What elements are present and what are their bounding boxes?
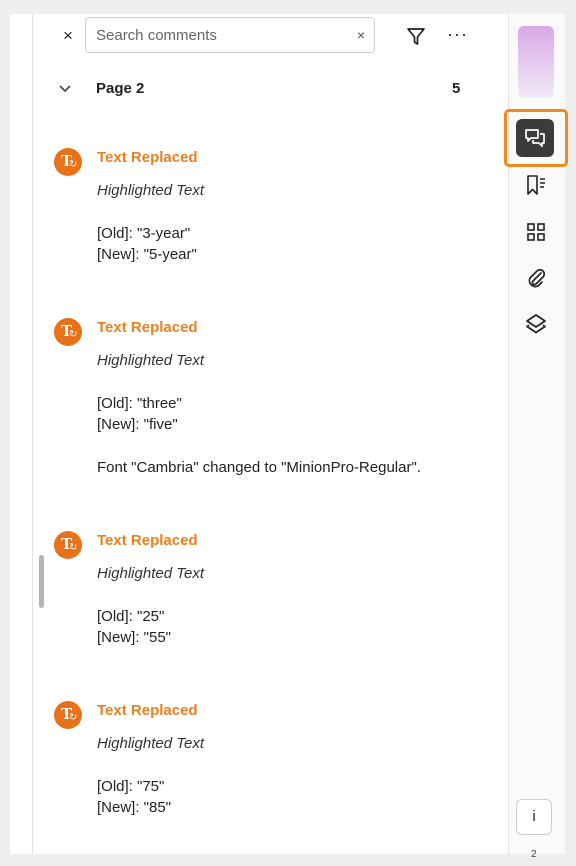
comment-font-change-text: Font "Cambria" changed to "MinionPro-Reg… [97,459,421,476]
comment-old-text: [Old]: "25" [97,608,165,625]
thumbnails-icon[interactable] [524,220,548,244]
comment-new-text: [New]: "five" [97,416,178,433]
text-replaced-avatar-icon: T ↻ [54,148,82,176]
comment-subtitle: Highlighted Text [97,565,205,582]
comment-new-text: [New]: "55" [97,629,172,646]
clear-search-icon[interactable]: × [357,26,365,44]
comment-old-text: [Old]: "3-year" [97,225,191,242]
comment-title: Text Replaced [97,702,198,719]
comment-title: Text Replaced [97,149,198,166]
info-button[interactable]: i [516,799,552,835]
comment-title: Text Replaced [97,532,198,549]
search-input[interactable] [96,18,346,52]
comments-icon [525,129,545,147]
comment-title: Text Replaced [97,319,198,336]
comment-old-text: [Old]: "three" [97,395,182,412]
bookmarks-icon[interactable] [524,173,548,197]
user-avatar[interactable] [518,26,554,98]
more-options-icon[interactable]: ··· [447,24,468,44]
text-replaced-avatar-icon: T ↻ [54,701,82,729]
search-field[interactable]: × [85,17,375,53]
rail-bottom-fragment: 2 [531,849,537,860]
page-group-label[interactable]: Page 2 [96,80,144,97]
scrollbar-thumb[interactable] [39,555,44,608]
text-replaced-avatar-icon: T ↻ [54,531,82,559]
chevron-down-icon[interactable] [57,81,73,97]
close-panel-icon[interactable]: × [58,26,78,46]
comment-new-text: [New]: "85" [97,799,172,816]
page-comment-count: 5 [452,80,461,97]
comments-panel [10,14,508,854]
comment-subtitle: Highlighted Text [97,182,205,199]
attachments-icon[interactable] [524,266,548,290]
layers-icon[interactable] [524,312,548,336]
comment-subtitle: Highlighted Text [97,735,205,752]
comment-old-text: [Old]: "75" [97,778,165,795]
text-replaced-avatar-icon: T ↻ [54,318,82,346]
comments-tab[interactable] [516,119,554,157]
comment-new-text: [New]: "5-year" [97,246,197,263]
filter-icon[interactable] [405,25,427,47]
comment-subtitle: Highlighted Text [97,352,205,369]
panel-divider [32,14,33,854]
